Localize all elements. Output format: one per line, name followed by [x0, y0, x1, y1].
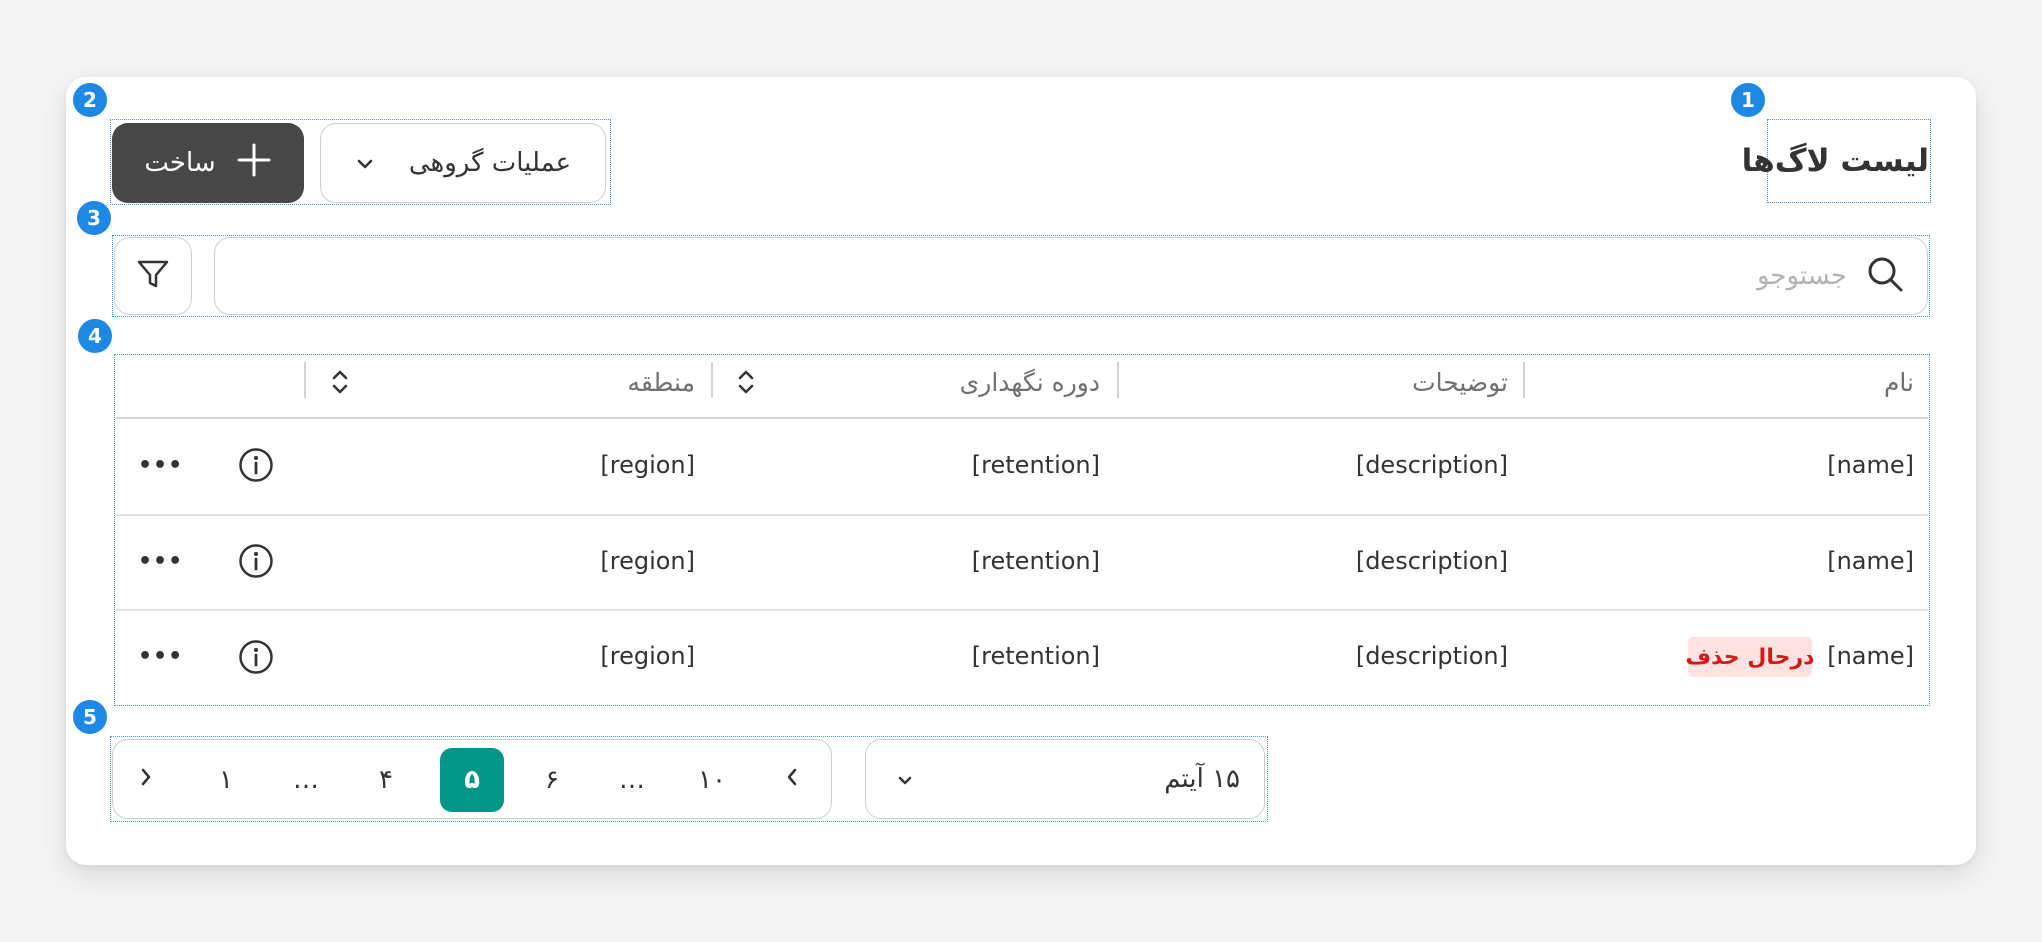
- column-header-region[interactable]: منطقه: [360, 362, 696, 402]
- info-icon[interactable]: [236, 541, 276, 581]
- cell-region: [region]: [600, 547, 695, 575]
- annotation-marker-5: 5: [71, 698, 109, 736]
- header-divider: [116, 417, 1928, 419]
- column-header-name[interactable]: نام: [1560, 362, 1914, 402]
- page-button-6[interactable]: ۶: [520, 748, 584, 812]
- column-divider: [304, 362, 306, 398]
- cell-region: [region]: [600, 451, 695, 479]
- page-button-10[interactable]: ۱۰: [680, 748, 744, 812]
- create-button[interactable]: ساخت: [112, 123, 304, 203]
- annotation-marker-2: 2: [71, 81, 109, 119]
- cell-description: [description]: [1355, 547, 1508, 575]
- row-divider: [116, 514, 1928, 516]
- column-divider: [1117, 362, 1119, 398]
- search-input[interactable]: [347, 261, 1847, 291]
- page-title: لیست لاگ‌ها: [1741, 143, 1929, 179]
- row-divider: [116, 609, 1928, 611]
- search-box[interactable]: [214, 237, 1928, 315]
- cell-retention: [retention]: [971, 451, 1100, 479]
- column-header-retention[interactable]: دوره نگهداری: [760, 362, 1100, 402]
- column-header-description[interactable]: توضیحات: [1150, 362, 1508, 402]
- column-divider: [711, 362, 713, 398]
- page-button-5-current[interactable]: ۵: [440, 748, 504, 812]
- cell-description: [description]: [1355, 451, 1508, 479]
- filter-button[interactable]: [114, 237, 192, 315]
- cell-region: [region]: [600, 642, 695, 670]
- annotation-marker-1: 1: [1729, 81, 1767, 119]
- bulk-actions-label: عملیات گروهی: [408, 148, 572, 178]
- info-icon[interactable]: [236, 637, 276, 677]
- more-actions-button[interactable]: •••: [138, 445, 182, 485]
- pagination: ۱ … ۴ ۵ ۶ … ۱۰: [112, 739, 832, 819]
- chevron-right-icon: [138, 765, 154, 796]
- next-page-button[interactable]: [114, 748, 178, 812]
- sort-icon-region[interactable]: [320, 362, 360, 402]
- cell-name: [name]: [1827, 642, 1914, 670]
- chevron-left-icon: [784, 765, 800, 796]
- page-button-1[interactable]: ۱: [194, 748, 258, 812]
- cell-name: [name]: [1827, 547, 1914, 575]
- cell-retention: [retention]: [971, 547, 1100, 575]
- page-button-4[interactable]: ۴: [354, 748, 418, 812]
- prev-page-button[interactable]: [760, 748, 824, 812]
- cell-name: [name]: [1827, 451, 1914, 479]
- page-ellipsis: …: [619, 765, 645, 795]
- page-ellipsis: …: [293, 765, 319, 795]
- bulk-actions-dropdown[interactable]: عملیات گروهی: [320, 123, 606, 203]
- sort-icon-retention[interactable]: [726, 362, 766, 402]
- cell-description: [description]: [1355, 642, 1508, 670]
- cell-retention: [retention]: [971, 642, 1100, 670]
- create-button-label: ساخت: [144, 148, 216, 178]
- chevron-down-icon: [896, 764, 914, 794]
- search-icon: [1865, 254, 1905, 298]
- items-per-page-select[interactable]: ۱۵ آیتم: [865, 739, 1265, 819]
- more-actions-button[interactable]: •••: [138, 541, 182, 581]
- status-badge-deleting: درحال حذف: [1686, 637, 1814, 677]
- column-divider: [1523, 362, 1525, 398]
- more-actions-button[interactable]: •••: [138, 636, 182, 676]
- annotation-marker-3: 3: [75, 199, 113, 237]
- plus-icon: [236, 142, 272, 185]
- info-icon[interactable]: [236, 445, 276, 485]
- filter-icon: [135, 256, 171, 296]
- chevron-down-icon: [355, 148, 375, 178]
- annotation-marker-4: 4: [76, 317, 114, 355]
- items-per-page-value: ۱۵ آیتم: [1164, 764, 1240, 794]
